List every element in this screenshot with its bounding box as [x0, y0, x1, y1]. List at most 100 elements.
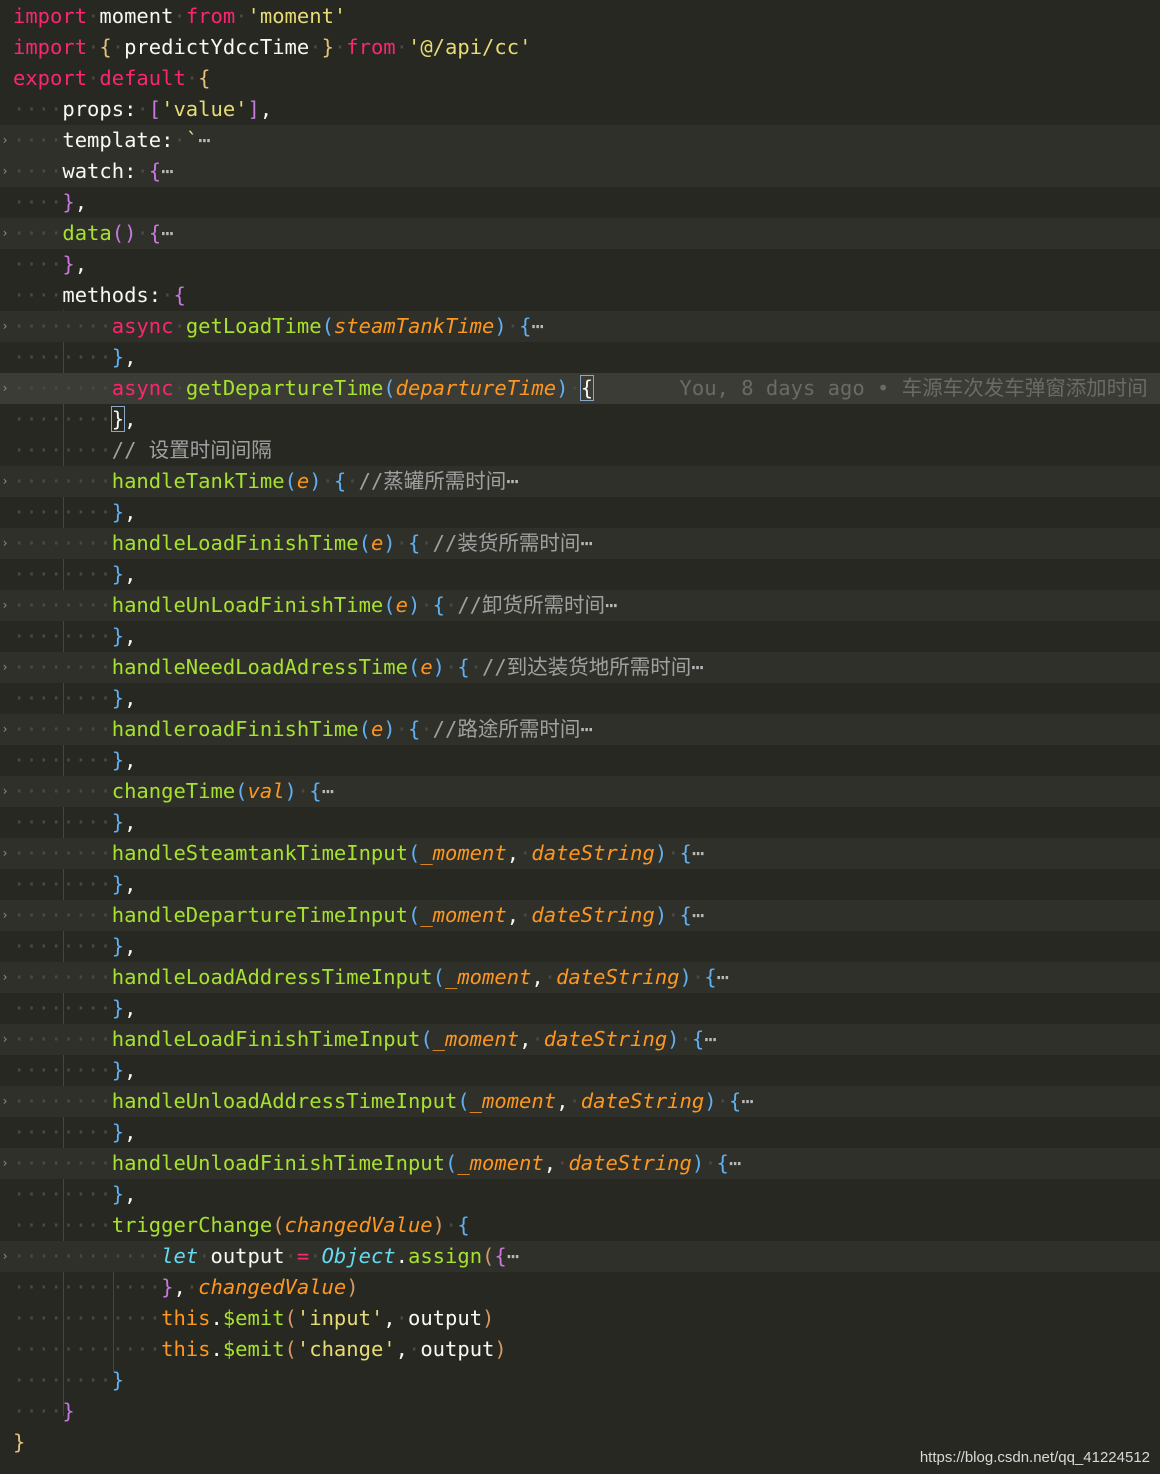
code-token: handleUnLoadFinishTime	[111, 593, 384, 617]
code-line[interactable]: ········},	[0, 931, 1160, 962]
fold-chevron-icon[interactable]: ›	[0, 218, 10, 249]
code-token: ············	[13, 1244, 162, 1268]
code-token: )	[556, 376, 569, 400]
code-line[interactable]: ····props:·['value'],	[0, 94, 1160, 125]
code-token: )	[494, 1337, 507, 1361]
folded-ellipsis-icon[interactable]: ⋯	[692, 903, 704, 927]
code-line[interactable]: › ········handleLoadFinishTime(e)·{·//装货所…	[0, 528, 1160, 559]
code-line[interactable]: ········},	[0, 993, 1160, 1024]
code-text: ····watch:·{⋯	[13, 156, 173, 187]
code-line[interactable]: › ········handleNeedLoadAdressTime(e)·{·/…	[0, 652, 1160, 683]
fold-chevron-icon[interactable]: ›	[0, 373, 10, 404]
code-text: ········},	[13, 931, 136, 962]
code-line[interactable]: › ········handleUnloadFinishTimeInput(_mo…	[0, 1148, 1160, 1179]
fold-chevron-icon[interactable]: ›	[0, 156, 10, 187]
code-line[interactable]: ········},	[0, 683, 1160, 714]
fold-chevron-icon[interactable]: ›	[0, 962, 10, 993]
code-line[interactable]: › ········handleDepartureTimeInput(_momen…	[0, 900, 1160, 931]
code-line[interactable]: › ········async·getLoadTime(steamTankTime…	[0, 311, 1160, 342]
folded-ellipsis-icon[interactable]: ⋯	[580, 531, 592, 555]
fold-chevron-icon[interactable]: ›	[0, 776, 10, 807]
folded-ellipsis-icon[interactable]: ⋯	[691, 655, 703, 679]
code-text: import·moment·from·'moment'	[13, 1, 346, 32]
code-line[interactable]: ········triggerChange(changedValue)·{	[0, 1210, 1160, 1241]
code-line[interactable]: ········},	[0, 745, 1160, 776]
code-token: ········	[13, 624, 112, 648]
folded-ellipsis-icon[interactable]: ⋯	[161, 159, 173, 183]
code-line[interactable]: ····}	[0, 1396, 1160, 1427]
code-line[interactable]: › ········handleroadFinishTime(e)·{·//路途所…	[0, 714, 1160, 745]
folded-ellipsis-icon[interactable]: ⋯	[704, 1027, 716, 1051]
code-token: {	[728, 1089, 742, 1113]
folded-ellipsis-icon[interactable]: ⋯	[161, 221, 173, 245]
fold-chevron-icon[interactable]: ›	[0, 125, 10, 156]
code-token: ·	[185, 1275, 199, 1299]
code-line[interactable]: ········},	[0, 497, 1160, 528]
code-line[interactable]: ········},	[0, 1055, 1160, 1086]
folded-ellipsis-icon[interactable]: ⋯	[322, 779, 334, 803]
code-line[interactable]: › ········handleLoadAddressTimeInput(_mom…	[0, 962, 1160, 993]
folded-ellipsis-icon[interactable]: ⋯	[531, 314, 543, 338]
code-line[interactable]: ········},	[0, 559, 1160, 590]
code-line[interactable]: › ········changeTime(val)·{⋯	[0, 776, 1160, 807]
code-line[interactable]: ········},	[0, 1117, 1160, 1148]
code-line[interactable]: ········},	[0, 342, 1160, 373]
fold-chevron-icon[interactable]: ›	[0, 900, 10, 931]
fold-chevron-icon[interactable]: ›	[0, 528, 10, 559]
fold-chevron-icon[interactable]: ›	[0, 652, 10, 683]
folded-ellipsis-icon[interactable]: ⋯	[198, 128, 210, 152]
fold-chevron-icon[interactable]: ›	[0, 1086, 10, 1117]
fold-chevron-icon[interactable]: ›	[0, 466, 10, 497]
fold-chevron-icon[interactable]: ›	[0, 1241, 10, 1272]
code-line[interactable]: ············this.$emit('change',·output)	[0, 1334, 1160, 1365]
code-line[interactable]: › ········handleSteamtankTimeInput(_momen…	[0, 838, 1160, 869]
folded-ellipsis-icon[interactable]: ⋯	[692, 841, 704, 865]
code-line[interactable]: › ····watch:·{⋯	[0, 156, 1160, 187]
fold-chevron-icon[interactable]: ›	[0, 590, 10, 621]
code-token: dateString	[531, 903, 655, 927]
code-line[interactable]: ········},	[0, 621, 1160, 652]
fold-chevron-icon[interactable]: ›	[0, 311, 10, 342]
code-line[interactable]: ········// 设置时间间隔	[0, 435, 1160, 466]
folded-ellipsis-icon[interactable]: ⋯	[507, 1244, 519, 1268]
code-token: }	[62, 1399, 75, 1423]
code-line[interactable]: › ········handleLoadFinishTimeInput(_mome…	[0, 1024, 1160, 1055]
code-token: handleNeedLoadAdressTime	[111, 655, 408, 679]
folded-ellipsis-icon[interactable]: ⋯	[580, 717, 592, 741]
fold-chevron-icon[interactable]: ›	[0, 838, 10, 869]
code-token: {	[407, 717, 421, 741]
folded-ellipsis-icon[interactable]: ⋯	[741, 1089, 753, 1113]
folded-ellipsis-icon[interactable]: ⋯	[506, 469, 518, 493]
code-line[interactable]: ········},	[0, 807, 1160, 838]
fold-chevron-icon[interactable]: ›	[0, 714, 10, 745]
code-line[interactable]: ············this.$emit('input',·output)	[0, 1303, 1160, 1334]
code-token: {	[691, 1027, 705, 1051]
code-token: ,	[74, 190, 88, 214]
folded-ellipsis-icon[interactable]: ⋯	[717, 965, 729, 989]
code-line[interactable]: › ····template:·`⋯	[0, 125, 1160, 156]
code-editor[interactable]: import·moment·from·'moment' import·{·pred…	[0, 0, 1160, 1474]
code-line[interactable]: ········}	[0, 1365, 1160, 1396]
code-line[interactable]: ····},	[0, 249, 1160, 280]
code-token: [	[148, 97, 162, 121]
fold-chevron-icon[interactable]: ›	[0, 1024, 10, 1055]
code-line[interactable]: import·{·predictYdccTime·}·from·'@/api/c…	[0, 32, 1160, 63]
code-line[interactable]: ········},	[0, 404, 1160, 435]
code-line[interactable]: › ············let·output·=·Object.assign(…	[0, 1241, 1160, 1272]
code-line[interactable]: › ········handleTankTime(e)·{·//蒸罐所需时间⋯	[0, 466, 1160, 497]
code-line[interactable]: › ········handleUnloadAddressTimeInput(_m…	[0, 1086, 1160, 1117]
folded-ellipsis-icon[interactable]: ⋯	[605, 593, 617, 617]
code-line[interactable]: ············},·changedValue)	[0, 1272, 1160, 1303]
fold-chevron-icon[interactable]: ›	[0, 1148, 10, 1179]
code-line[interactable]: ····},	[0, 187, 1160, 218]
code-line[interactable]: export·default·{	[0, 63, 1160, 94]
code-line[interactable]: ········},	[0, 869, 1160, 900]
code-line[interactable]: ····methods:·{	[0, 280, 1160, 311]
code-line[interactable]: › ········handleUnLoadFinishTime(e)·{·//卸…	[0, 590, 1160, 621]
code-text: ········},	[13, 1179, 136, 1210]
code-line[interactable]: import·moment·from·'moment'	[0, 1, 1160, 32]
code-line[interactable]: ········},	[0, 1179, 1160, 1210]
code-line[interactable]: › ····data()·{⋯	[0, 218, 1160, 249]
code-line[interactable]: › ········async·getDepartureTime(departur…	[0, 373, 1160, 404]
folded-ellipsis-icon[interactable]: ⋯	[729, 1151, 741, 1175]
